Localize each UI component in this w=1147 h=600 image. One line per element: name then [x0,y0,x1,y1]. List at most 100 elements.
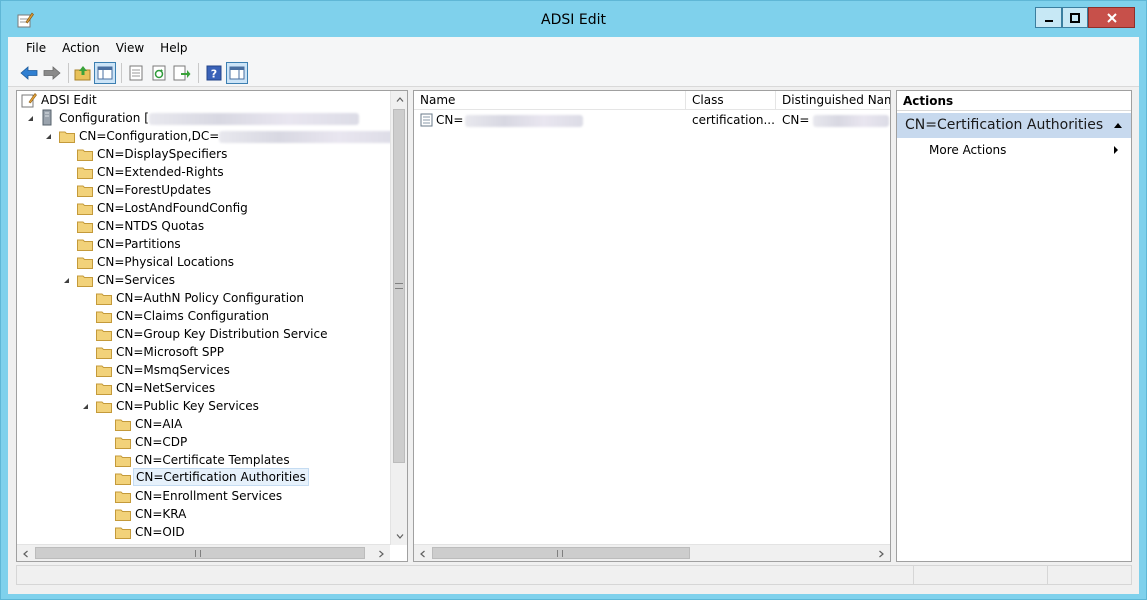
minimize-icon [1044,19,1053,22]
menu-help[interactable]: Help [152,37,195,59]
back-button[interactable] [18,62,40,84]
scroll-right-icon[interactable] [373,545,390,561]
folder-icon [96,401,112,413]
tree-item-label: CN=Certification Authorities [133,468,309,486]
more-actions-item[interactable]: More Actions [929,141,1119,159]
help-button[interactable]: ? [203,62,225,84]
expanded-arrow-icon[interactable] [25,109,35,127]
close-button[interactable] [1088,7,1135,28]
expanded-arrow-icon[interactable] [43,127,53,145]
scroll-left-icon[interactable] [414,545,431,561]
back-arrow-icon [20,66,38,80]
folder-icon [115,491,131,503]
adsi-edit-window: ADSI Edit File Action View Help ? ADSI E… [0,0,1147,600]
tree-horizontal-scrollbar[interactable] [17,544,390,561]
redacted-text [219,130,400,143]
svg-text:?: ? [211,68,217,81]
maximize-icon [1070,12,1080,23]
folder-icon [115,455,131,467]
folder-icon [77,203,93,215]
actions-pane-title: Actions [897,91,1131,111]
folder-icon [77,257,93,269]
tree-item-label: CN=Services [97,273,176,287]
title-bar[interactable]: ADSI Edit [1,1,1146,37]
scroll-left-icon[interactable] [17,545,34,561]
tree-item-label: CN=ForestUpdates [97,183,211,197]
tree-vertical-scrollbar[interactable] [390,91,407,545]
client-area: File Action View Help ? ADSI Edit Config… [8,37,1139,594]
expanded-arrow-icon[interactable] [80,397,90,415]
results-list-pane[interactable]: Name Class Distinguished Name CN= certif… [413,90,891,562]
console-tree-pane[interactable]: ADSI Edit Configuration [ CN=Configurati… [16,90,408,562]
up-one-level-button[interactable] [72,62,94,84]
forward-button[interactable] [41,62,63,84]
tree-item-label: CN=Physical Locations [97,255,235,269]
actions-section-header[interactable]: CN=Certification Authorities [897,113,1131,138]
folder-icon [96,365,112,377]
actions-pane: Actions CN=Certification Authorities Mor… [896,90,1132,562]
server-icon [42,109,52,126]
scroll-down-icon[interactable] [391,528,407,545]
folder-icon [77,167,93,179]
maximize-button[interactable] [1062,7,1088,28]
tree-root-label: ADSI Edit [41,93,97,107]
tree-item-label: CN=Extended-Rights [97,165,224,179]
grip-icon [557,550,563,557]
folder-icon [115,473,131,485]
show-hide-action-pane-button[interactable] [226,62,248,84]
object-icon [420,113,433,127]
expanded-arrow-icon[interactable] [61,271,71,289]
column-header-name[interactable]: Name [414,91,686,110]
list-item[interactable]: CN= certification... CN= [414,111,890,129]
tree-item-label: Configuration [ [57,109,361,127]
redacted-text [148,112,359,125]
tree-item-label: CN=Configuration,DC= [77,127,401,145]
folder-icon [96,311,112,323]
menu-file[interactable]: File [18,37,54,59]
export-list-button[interactable] [171,62,193,84]
tree-item-label: CN=Microsoft SPP [116,345,224,359]
tree-item-label: CN=Public Key Services [116,399,259,413]
forward-arrow-icon [43,66,61,80]
tree-item-label: CN=AIA [135,417,183,431]
properties-button[interactable] [125,62,147,84]
tree-item-label: CN=AuthN Policy Configuration [116,291,305,305]
folder-icon [77,221,93,233]
folder-icon [77,149,93,161]
scroll-up-icon[interactable] [391,91,407,108]
minimize-button[interactable] [1035,7,1062,28]
redacted-text [813,114,890,127]
refresh-icon [152,65,166,81]
show-hide-tree-button[interactable] [94,62,116,84]
tree-item-label: CN=NetServices [116,381,216,395]
menu-bar: File Action View Help [8,37,1139,59]
folder-icon [115,437,131,449]
column-header-class[interactable]: Class [686,91,776,110]
redacted-text [465,114,584,127]
folder-icon [96,347,112,359]
folder-icon [77,239,93,251]
adsi-edit-icon [21,93,37,108]
toolbar: ? [8,59,1139,87]
tree-item-label: CN=NTDS Quotas [97,219,205,233]
menu-view[interactable]: View [108,37,152,59]
tree-item-label: CN=MsmqServices [116,363,230,377]
list-cell-distinguished-name: CN= [782,111,890,129]
tree-item-label: CN=Partitions [97,237,181,251]
column-header-distinguished-name[interactable]: Distinguished Name [776,91,890,110]
window-title: ADSI Edit [541,12,606,28]
status-cell [913,566,1047,584]
list-horizontal-scrollbar[interactable] [414,544,890,561]
scroll-right-icon[interactable] [873,545,890,561]
export-list-icon [173,65,191,81]
actions-section-label: CN=Certification Authorities [905,117,1104,133]
folder-icon [77,185,93,197]
tree-item-label: CN=OID [135,525,185,539]
status-bar [16,565,1132,585]
refresh-button[interactable] [148,62,170,84]
more-actions-label: More Actions [929,143,1007,157]
collapse-up-icon[interactable] [1113,122,1123,129]
tree-item-label: CN=CDP [135,435,188,449]
menu-action[interactable]: Action [54,37,108,59]
list-cell-name: CN= [436,111,684,129]
